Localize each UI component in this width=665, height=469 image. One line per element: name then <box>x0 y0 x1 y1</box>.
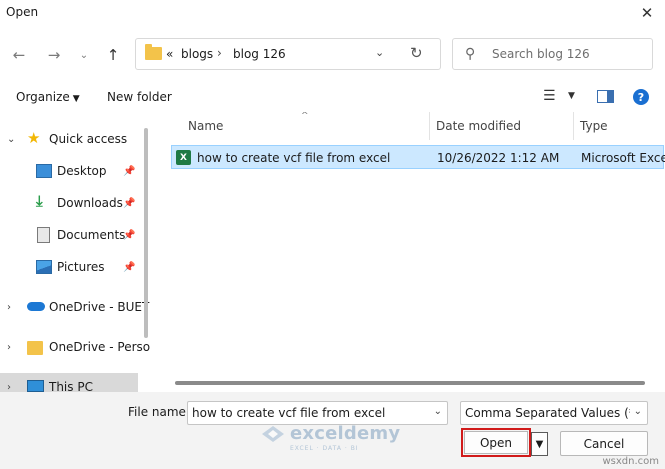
sidebar-item-label: Desktop <box>57 164 107 178</box>
view-options-icon[interactable]: ☰ <box>543 88 556 104</box>
documents-icon <box>37 227 50 243</box>
chevron-down-icon[interactable]: ⌄ <box>434 406 442 417</box>
watermark-tagline: EXCEL · DATA · BI <box>290 445 359 452</box>
monitor-icon <box>27 380 44 392</box>
breadcrumb-separator: › <box>217 46 222 60</box>
cloud-icon <box>27 302 45 311</box>
forward-arrow-icon[interactable]: → <box>43 44 65 66</box>
sidebar-item-downloads[interactable]: ⤓ Downloads 📌 <box>0 189 138 217</box>
close-icon[interactable]: ✕ <box>635 2 659 24</box>
chevron-right-icon[interactable]: › <box>7 382 11 393</box>
file-type-value: Comma Separated Values (*.CSV) <box>465 406 630 420</box>
pin-icon[interactable]: 📌 <box>123 198 135 209</box>
organize-label: Organize <box>16 90 70 104</box>
corner-watermark: wsxdn.com <box>602 456 659 467</box>
sidebar-item-label: OneDrive - BUET <box>49 300 150 314</box>
pin-icon[interactable]: 📌 <box>123 262 135 273</box>
column-header-type[interactable]: Type <box>574 112 665 140</box>
help-icon[interactable]: ? <box>633 89 649 105</box>
star-icon: ★ <box>27 129 41 147</box>
column-header-name[interactable]: Name <box>182 112 430 140</box>
sidebar-item-label: Documents <box>57 228 126 242</box>
preview-pane-icon[interactable] <box>597 90 614 103</box>
download-icon: ⤓ <box>36 192 43 210</box>
chevron-down-icon[interactable]: ⌄ <box>7 134 15 145</box>
watermark-name: exceldemy <box>290 423 401 444</box>
new-folder-button[interactable]: New folder <box>107 90 172 104</box>
file-date-cell: 10/26/2022 1:12 AM <box>437 151 560 165</box>
open-options-dropdown-icon[interactable]: ▼ <box>531 432 548 456</box>
breadcrumb-root-separator[interactable]: « <box>166 47 173 61</box>
chevron-down-icon[interactable]: ⌄ <box>634 406 642 417</box>
sidebar-item-label: OneDrive - Perso <box>49 340 150 354</box>
folder-icon <box>27 341 43 355</box>
refresh-icon[interactable]: ↻ <box>410 44 423 62</box>
sidebar-item-this-pc[interactable]: › This PC <box>0 373 138 392</box>
navigation-scrollbar[interactable] <box>144 128 148 338</box>
file-list-horizontal-scrollbar[interactable] <box>175 381 645 385</box>
sidebar-item-documents[interactable]: Documents 📌 <box>0 221 138 249</box>
chevron-down-icon: ▼ <box>72 94 80 104</box>
excel-file-icon: X <box>176 150 191 165</box>
search-input[interactable]: Search blog 126 <box>492 47 590 61</box>
navigation-bar: ← → ⌄ ↑ « blogs › blog 126 ⌄ ↻ ⚲ Search … <box>0 30 665 78</box>
desktop-icon <box>36 164 52 178</box>
pin-icon[interactable]: 📌 <box>123 166 135 177</box>
file-list: ^ Name Date modified Type X how to creat… <box>171 112 665 392</box>
breadcrumb-blogs[interactable]: blogs <box>181 47 213 61</box>
up-arrow-icon[interactable]: ↑ <box>102 44 124 66</box>
folder-icon <box>145 44 162 60</box>
pictures-icon <box>36 260 52 274</box>
sidebar-item-onedrive-personal[interactable]: › OneDrive - Perso <box>0 333 150 361</box>
organize-button[interactable]: Organize ▼ <box>16 90 80 104</box>
navigation-pane: ⌄ ★ Quick access Desktop 📌 ⤓ Downloads 📌… <box>0 112 150 392</box>
open-button-highlight: Open <box>461 428 531 457</box>
address-bar[interactable]: « blogs › blog 126 ⌄ ↻ <box>135 38 441 70</box>
cancel-button[interactable]: Cancel <box>560 431 648 456</box>
search-box[interactable]: ⚲ Search blog 126 <box>452 38 653 70</box>
chevron-right-icon[interactable]: › <box>7 302 11 313</box>
view-dropdown-icon[interactable]: ▼ <box>568 91 575 101</box>
file-type-select[interactable]: Comma Separated Values (*.CSV) ⌄ <box>460 401 648 425</box>
file-name-field[interactable]: how to create vcf file from excel ⌄ <box>187 401 448 425</box>
sidebar-item-quick-access[interactable]: ⌄ ★ Quick access <box>0 125 138 153</box>
address-dropdown-icon[interactable]: ⌄ <box>375 46 384 59</box>
sidebar-item-onedrive-buet[interactable]: › OneDrive - BUET <box>0 293 149 321</box>
open-button[interactable]: Open <box>464 431 528 454</box>
breadcrumb-blog-126[interactable]: blog 126 <box>233 47 286 61</box>
command-toolbar: Organize ▼ New folder ☰ ▼ ? <box>0 82 665 112</box>
title-bar: Open ✕ <box>0 0 665 26</box>
sidebar-item-desktop[interactable]: Desktop 📌 <box>0 157 138 185</box>
file-name-value: how to create vcf file from excel <box>192 406 386 420</box>
pin-icon[interactable]: 📌 <box>123 230 135 241</box>
recent-locations-chevron-icon[interactable]: ⌄ <box>73 44 95 66</box>
window-title: Open <box>6 5 39 19</box>
sidebar-item-label: This PC <box>49 380 93 392</box>
sidebar-item-label: Downloads <box>57 196 123 210</box>
back-arrow-icon[interactable]: ← <box>8 44 30 66</box>
sidebar-item-label: Quick access <box>49 132 128 146</box>
exceldemy-watermark: exceldemy EXCEL · DATA · BI <box>260 423 401 452</box>
chevron-right-icon[interactable]: › <box>7 342 11 353</box>
exceldemy-logo-icon <box>262 425 284 442</box>
sidebar-item-label: Pictures <box>57 260 105 274</box>
sidebar-item-pictures[interactable]: Pictures 📌 <box>0 253 138 281</box>
search-icon: ⚲ <box>465 46 476 62</box>
file-name-label: File name: <box>128 405 190 419</box>
table-row[interactable]: X how to create vcf file from excel 10/2… <box>171 145 665 169</box>
file-type-cell: Microsoft Excel <box>581 151 665 165</box>
column-header-date-modified[interactable]: Date modified <box>430 112 574 140</box>
file-name-cell: how to create vcf file from excel <box>197 151 391 165</box>
